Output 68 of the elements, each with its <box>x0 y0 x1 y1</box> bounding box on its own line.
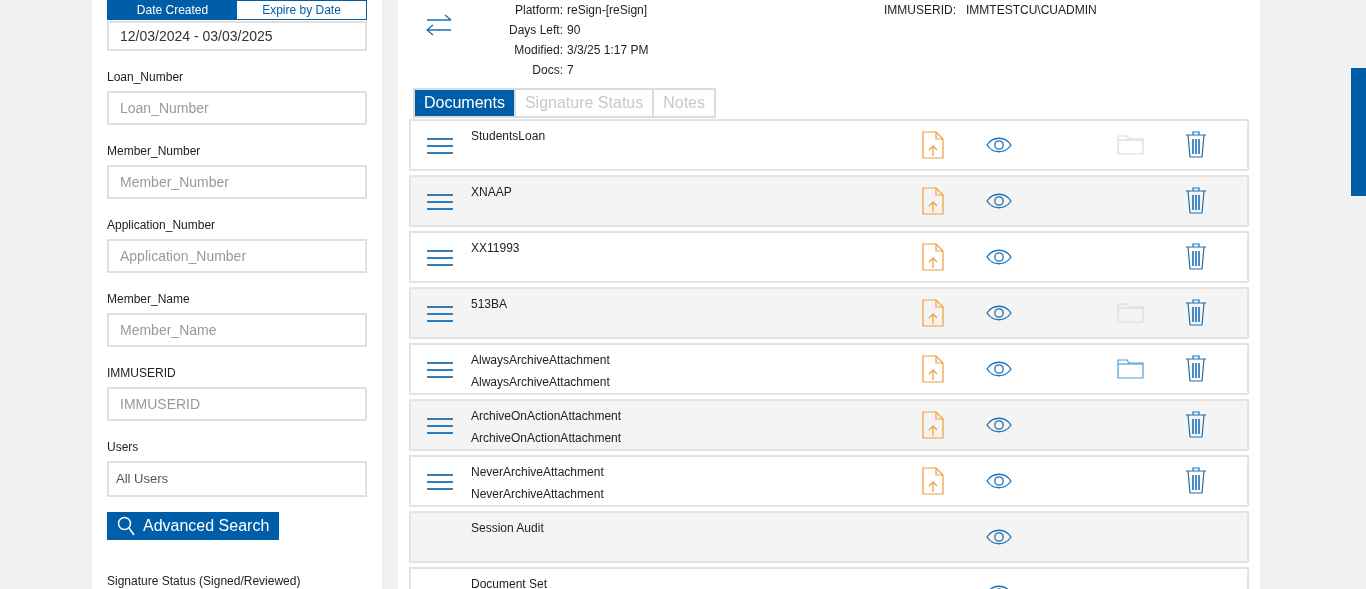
detail-label: Docs: <box>531 62 564 79</box>
document-name: XX11993 <box>471 240 520 256</box>
date-tab[interactable]: Date Created <box>108 1 237 19</box>
detail-label: IMMUSERID: <box>884 2 956 19</box>
trash-icon[interactable] <box>1185 187 1207 214</box>
advanced-search-button[interactable]: Advanced Search <box>107 512 280 540</box>
trash-icon[interactable] <box>1185 467 1207 494</box>
detail-label: Days Left: <box>509 22 564 39</box>
menu-icon[interactable] <box>427 361 453 379</box>
menu-icon[interactable] <box>427 193 453 211</box>
document-name: StudentsLoan <box>471 128 546 144</box>
file-upload-icon[interactable] <box>922 355 944 383</box>
document-name: AlwaysArchiveAttachment <box>471 352 610 368</box>
date-range-field[interactable]: 12/03/2024 - 03/03/2025 <box>107 21 367 52</box>
detail-value: 90 <box>567 22 582 39</box>
file-upload-icon[interactable] <box>922 131 944 159</box>
view-icon[interactable] <box>986 193 1012 209</box>
tab[interactable]: Documents <box>415 90 514 116</box>
document-name: ArchiveOnActionAttachment <box>471 430 622 446</box>
document-name: NeverArchiveAttachment <box>471 486 604 502</box>
trash-icon[interactable] <box>1185 355 1207 382</box>
menu-icon[interactable] <box>427 473 453 491</box>
view-icon[interactable] <box>986 361 1012 377</box>
users-select[interactable]: All Users <box>107 461 367 498</box>
menu-icon[interactable] <box>427 305 453 323</box>
menu-icon[interactable] <box>427 417 453 435</box>
document-name: ArchiveOnActionAttachment <box>471 408 622 424</box>
detail-value: 3/3/25 1:17 PM <box>567 42 649 59</box>
view-icon[interactable] <box>986 305 1012 321</box>
menu-icon[interactable] <box>427 137 453 155</box>
trash-icon[interactable] <box>1185 131 1207 158</box>
search-icon <box>117 516 135 537</box>
detail-value: 7 <box>567 62 575 79</box>
detail-label: Modified: <box>513 42 564 59</box>
filter-input[interactable]: Member_Name <box>107 313 367 348</box>
trash-icon[interactable] <box>1185 299 1207 326</box>
field-label: Loan_Number <box>107 69 185 86</box>
view-icon[interactable] <box>986 137 1012 153</box>
filter-input[interactable]: IMMUSERID <box>107 387 367 422</box>
filter-input[interactable]: Application_Number <box>107 239 367 274</box>
view-icon[interactable] <box>986 473 1012 489</box>
document-name: NeverArchiveAttachment <box>471 464 604 480</box>
file-upload-icon[interactable] <box>922 467 944 495</box>
view-icon[interactable] <box>986 249 1012 265</box>
field-label: Member_Name <box>107 291 191 308</box>
trash-icon[interactable] <box>1185 243 1207 270</box>
view-icon[interactable] <box>986 529 1012 545</box>
field-label: Application_Number <box>107 217 217 234</box>
detail-value: IMMTESTCU\CUADMIN <box>966 2 1097 19</box>
detail-label: Platform: <box>514 2 564 19</box>
view-icon[interactable] <box>986 417 1012 433</box>
signature-status-label: Signature Status (Signed/Reviewed) <box>107 573 302 589</box>
folder-icon[interactable] <box>1117 359 1144 379</box>
field-label: IMMUSERID <box>107 365 177 382</box>
detail-value: reSign-[reSign] <box>567 2 649 19</box>
filter-input[interactable]: Loan_Number <box>107 91 367 126</box>
file-upload-icon[interactable] <box>922 243 944 271</box>
document-name: Document Set <box>471 576 548 589</box>
document-name: Session Audit <box>471 520 544 536</box>
filter-input[interactable]: Member_Number <box>107 165 367 200</box>
field-label: Member_Number <box>107 143 202 160</box>
swap-arrows-icon[interactable] <box>426 14 452 36</box>
field-label: Users <box>107 439 140 456</box>
trash-icon[interactable] <box>1185 411 1207 438</box>
document-name: AlwaysArchiveAttachment <box>471 374 610 390</box>
document-name: 513BA <box>471 296 508 312</box>
menu-icon[interactable] <box>427 249 453 267</box>
document-name: XNAAP <box>471 184 512 200</box>
